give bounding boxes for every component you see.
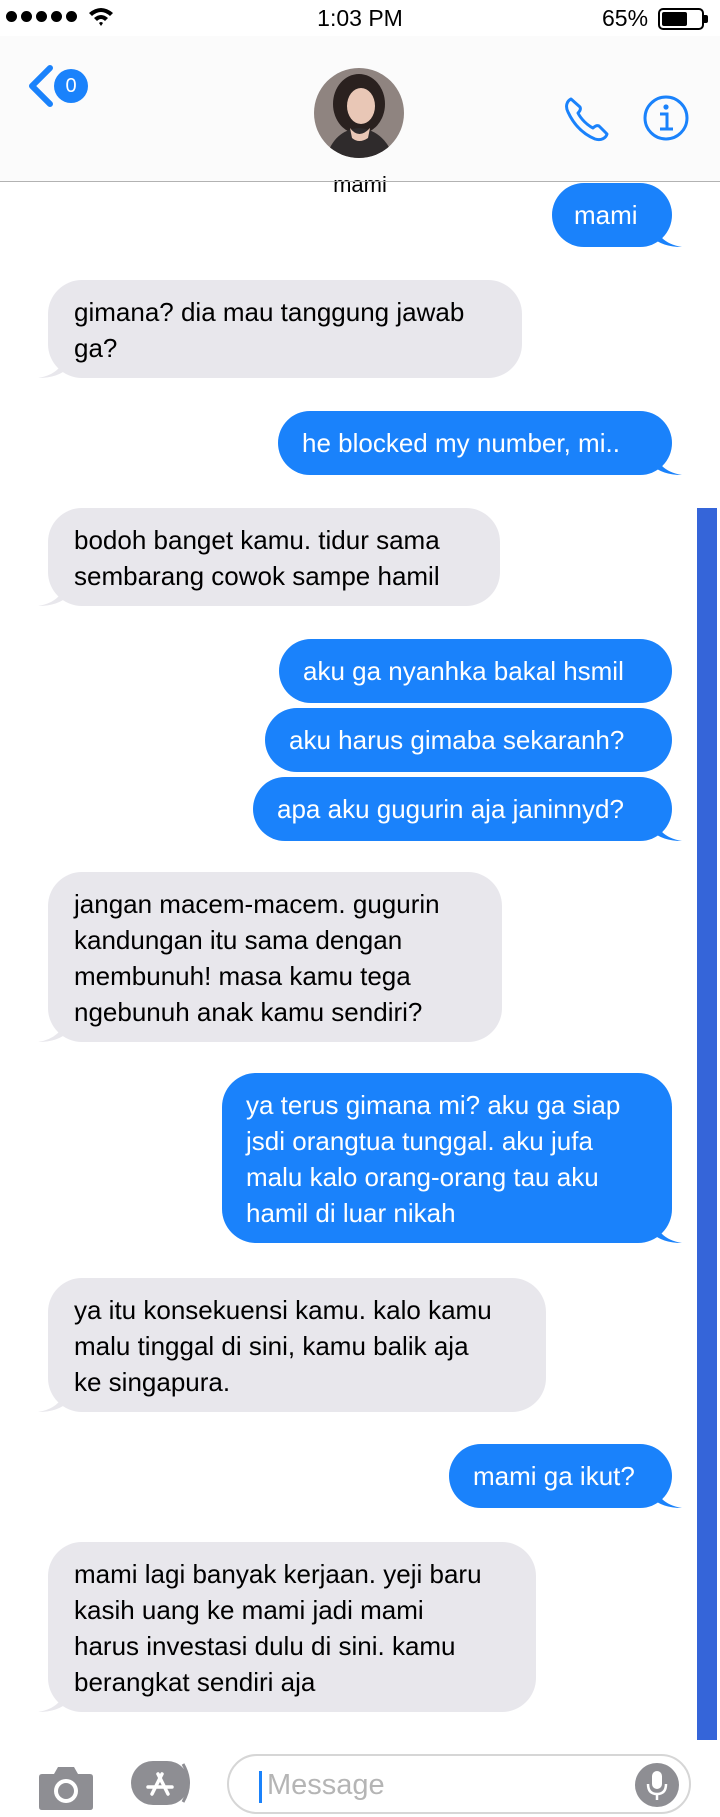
- back-chevron-icon: [29, 65, 53, 107]
- battery-level: [662, 12, 687, 26]
- message-text: he blocked my number, mi..: [302, 428, 620, 458]
- message-text: aku ga nyanhka bakal hsmil: [303, 656, 624, 686]
- message-bubble-sent[interactable]: he blocked my number, mi..: [278, 411, 682, 475]
- message-bubble-sent[interactable]: ya terus gimana mi? aku ga siap jsdi ora…: [222, 1073, 682, 1243]
- app-store-icon[interactable]: [130, 1760, 196, 1806]
- microphone-icon: [646, 1771, 668, 1800]
- call-icon[interactable]: [562, 94, 612, 144]
- message-bubble-sent[interactable]: mami: [552, 183, 682, 247]
- message-thread[interactable]: mami gimana? dia mau tanggung jawab ga? …: [0, 182, 720, 1740]
- back-button[interactable]: 0: [26, 62, 96, 110]
- scroll-indicator[interactable]: [697, 508, 717, 1740]
- message-bubble-received[interactable]: ya itu konsekuensi kamu. kalo kamu malu …: [38, 1278, 546, 1412]
- message-bubble-received[interactable]: jangan macem-macem. gugurin kandungan it…: [38, 872, 502, 1042]
- text-cursor: [259, 1771, 262, 1803]
- avatar-photo: [314, 68, 404, 158]
- battery-percentage: 65%: [602, 5, 649, 31]
- contact-avatar[interactable]: [314, 68, 404, 158]
- message-text: apa aku gugurin aja janinnyd?: [277, 794, 624, 824]
- unread-count-badge: 0: [54, 69, 88, 103]
- message-bubble-sent[interactable]: mami ga ikut?: [449, 1444, 682, 1508]
- message-bubble-sent[interactable]: aku ga nyanhka bakal hsmil: [279, 639, 672, 703]
- status-bar: 1:03 PM 65%: [0, 0, 720, 36]
- message-text: ya terus gimana mi? aku ga siap jsdi ora…: [246, 1090, 621, 1228]
- message-text: bodoh banget kamu. tidur sama sembarang …: [74, 525, 440, 591]
- microphone-button[interactable]: [635, 1763, 679, 1807]
- message-bubble-sent[interactable]: aku harus gimaba sekaranh?: [265, 708, 672, 772]
- camera-icon[interactable]: [38, 1762, 94, 1810]
- message-text: gimana? dia mau tanggung jawab ga?: [74, 297, 465, 363]
- message-text: aku harus gimaba sekaranh?: [289, 725, 625, 755]
- battery-icon: [658, 8, 708, 30]
- compose-bar: Message: [0, 1740, 720, 1817]
- message-text: mami: [574, 200, 638, 230]
- message-placeholder: Message: [267, 1769, 385, 1801]
- message-input[interactable]: Message: [227, 1754, 691, 1814]
- message-text: ya itu konsekuensi kamu. kalo kamu malu …: [74, 1295, 492, 1397]
- message-text: jangan macem-macem. gugurin kandungan it…: [74, 889, 440, 1027]
- conversation-header: 0 mami: [0, 36, 720, 197]
- message-bubble-received[interactable]: gimana? dia mau tanggung jawab ga?: [38, 280, 522, 378]
- message-bubble-received[interactable]: mami lagi banyak kerjaan. yeji baru kasi…: [38, 1542, 536, 1712]
- message-bubble-sent[interactable]: apa aku gugurin aja janinnyd?: [253, 777, 682, 841]
- message-bubble-received[interactable]: bodoh banget kamu. tidur sama sembarang …: [38, 508, 500, 606]
- info-icon[interactable]: [642, 94, 690, 142]
- message-text: mami lagi banyak kerjaan. yeji baru kasi…: [74, 1559, 482, 1697]
- message-text: mami ga ikut?: [473, 1461, 635, 1491]
